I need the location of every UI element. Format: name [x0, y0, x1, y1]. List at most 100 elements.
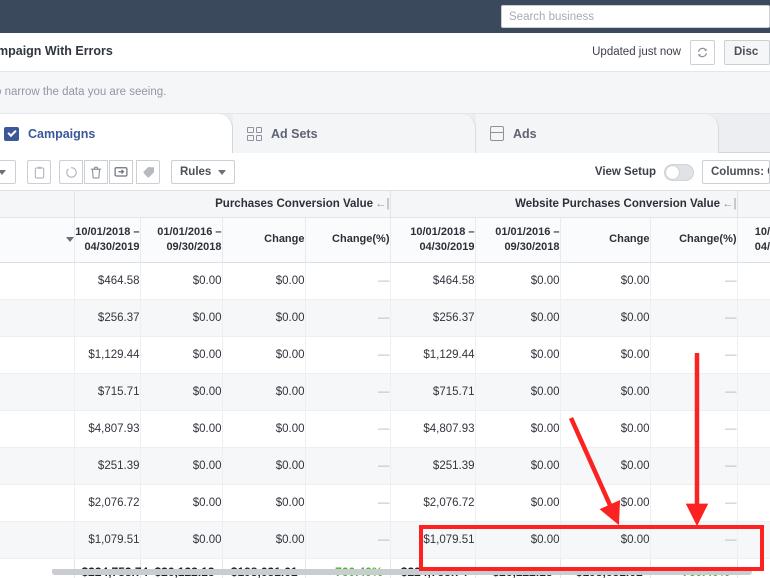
cell-r6-c2: $0.00 [222, 484, 305, 521]
ad-icon [490, 126, 504, 141]
columns-dropdown-button[interactable]: Columns: Cu [702, 160, 770, 184]
cell-r4-c0: $4,807.93 [74, 410, 140, 447]
view-setup-toggle[interactable] [664, 164, 694, 181]
updated-status-text: Updated just now [592, 46, 681, 58]
cell-r2-c4: $1,129.44 [390, 336, 475, 373]
rules-dropdown-button[interactable]: Rules [171, 160, 235, 184]
group-header-row: Purchases Conversion Value←| Website Pur… [0, 191, 770, 217]
cell-r0-c5: $0.00 [475, 262, 560, 299]
tab-campaigns[interactable]: Campaigns [0, 114, 233, 153]
bulk-actions-dropdown-button[interactable] [0, 160, 16, 184]
table-row[interactable]: $1,079.51$0.00$0.00—$1,079.51$0.00$0.00— [0, 521, 770, 558]
row-name-cell [0, 262, 74, 299]
account-bar-actions: Updated just now Disc [592, 39, 770, 65]
group-website-purchases-conversion-value: Website Purchases Conversion Value←| [390, 191, 737, 217]
table-row[interactable]: $464.58$0.00$0.00—$464.58$0.00$0.00— [0, 262, 770, 299]
cell-r6-c0: $2,076.72 [74, 484, 140, 521]
row-select-header[interactable] [0, 217, 74, 262]
cell-r2-c0: $1,129.44 [74, 336, 140, 373]
cell-r2-c8 [737, 336, 770, 373]
cell-r7-c0: $1,079.51 [74, 521, 140, 558]
cell-r1-c0: $256.37 [74, 299, 140, 336]
cell-r6-c6: $0.00 [560, 484, 650, 521]
col-header-3[interactable]: Change(%) [305, 217, 390, 262]
col-header-5[interactable]: 01/01/2016 –09/30/2018 [475, 217, 560, 262]
column-lock-icon[interactable]: ←| [375, 198, 390, 210]
cell-r1-c3: — [305, 299, 390, 336]
view-setup-label: View Setup [595, 166, 656, 178]
cell-r4-c2: $0.00 [222, 410, 305, 447]
delete-button[interactable] [84, 160, 108, 184]
account-title: mpaign With Errors [0, 44, 113, 58]
chevron-down-icon [66, 237, 74, 242]
cell-r7-c7: — [650, 521, 737, 558]
export-icon [114, 166, 128, 179]
group-partial [737, 191, 770, 217]
cell-r5-c1: $0.00 [140, 447, 222, 484]
tab-ad-sets[interactable]: Ad Sets [233, 114, 476, 153]
cell-r7-c3: — [305, 521, 390, 558]
col-header-2[interactable]: Change [222, 217, 305, 262]
group-purchases-conversion-value: Purchases Conversion Value←| [74, 191, 390, 217]
duplicate-button[interactable] [27, 160, 51, 184]
table-row[interactable]: $4,807.93$0.00$0.00—$4,807.93$0.00$0.00— [0, 410, 770, 447]
row-name-cell [0, 373, 74, 410]
cell-r1-c7: — [650, 299, 737, 336]
circle-refresh-icon [65, 166, 78, 179]
cell-r5-c8 [737, 447, 770, 484]
cell-r7-c2: $0.00 [222, 521, 305, 558]
cell-r2-c1: $0.00 [140, 336, 222, 373]
export-button[interactable] [109, 160, 133, 184]
cell-r6-c1: $0.00 [140, 484, 222, 521]
row-name-cell [0, 410, 74, 447]
col-header-7[interactable]: Change(%) [650, 217, 737, 262]
cell-r3-c3: — [305, 373, 390, 410]
cell-r1-c5: $0.00 [475, 299, 560, 336]
search-input[interactable] [509, 6, 762, 27]
cell-r6-c7: — [650, 484, 737, 521]
cell-r7-c4: $1,079.51 [390, 521, 475, 558]
tab-ads-label: Ads [513, 127, 537, 141]
total-8 [737, 558, 770, 578]
cell-r4-c3: — [305, 410, 390, 447]
table-row[interactable]: $256.37$0.00$0.00—$256.37$0.00$0.00— [0, 299, 770, 336]
totals-row: $224,753.74Total $26,122.13Total $198,63… [0, 558, 770, 578]
search-business-box[interactable] [501, 5, 770, 28]
table-row[interactable]: $715.71$0.00$0.00—$715.71$0.00$0.00— [0, 373, 770, 410]
table-row[interactable]: $251.39$0.00$0.00—$251.39$0.00$0.00— [0, 447, 770, 484]
cell-r2-c5: $0.00 [475, 336, 560, 373]
cell-r3-c8 [737, 373, 770, 410]
cell-r3-c4: $715.71 [390, 373, 475, 410]
cell-r4-c8 [737, 410, 770, 447]
total-6: $198,631.61Total [560, 558, 650, 578]
tab-campaigns-label: Campaigns [28, 127, 95, 141]
cell-r0-c3: — [305, 262, 390, 299]
tag-button[interactable] [136, 160, 160, 184]
cell-r5-c6: $0.00 [560, 447, 650, 484]
column-lock-icon[interactable]: ←| [722, 198, 737, 210]
table-row[interactable]: $1,129.44$0.00$0.00—$1,129.44$0.00$0.00— [0, 336, 770, 373]
toolbar-right-controls: View Setup Columns: Cu [595, 160, 770, 184]
discard-button[interactable]: Disc [724, 40, 770, 65]
cell-r1-c4: $256.37 [390, 299, 475, 336]
col-header-1[interactable]: 01/01/2016 –09/30/2018 [140, 217, 222, 262]
row-name-cell [0, 299, 74, 336]
total-1: $26,122.13Total [140, 558, 222, 578]
col-header-8[interactable]: 10/04/ [737, 217, 770, 262]
cell-r6-c4: $2,076.72 [390, 484, 475, 521]
cell-r2-c2: $0.00 [222, 336, 305, 373]
cell-r0-c2: $0.00 [222, 262, 305, 299]
group-spacer [0, 191, 74, 217]
cell-r7-c8 [737, 521, 770, 558]
chevron-down-icon [0, 170, 6, 175]
col-header-6[interactable]: Change [560, 217, 650, 262]
col-header-4[interactable]: 10/01/2018 –04/30/2019 [390, 217, 475, 262]
refresh-rows-button[interactable] [59, 160, 83, 184]
tab-ads[interactable]: Ads [476, 114, 719, 153]
total-0: $224,753.74Total [74, 558, 140, 578]
table-row[interactable]: $2,076.72$0.00$0.00—$2,076.72$0.00$0.00— [0, 484, 770, 521]
rules-label: Rules [180, 166, 211, 178]
col-header-0[interactable]: 10/01/2018 –04/30/2019 [74, 217, 140, 262]
refresh-button[interactable] [690, 40, 715, 65]
cell-r7-c1: $0.00 [140, 521, 222, 558]
